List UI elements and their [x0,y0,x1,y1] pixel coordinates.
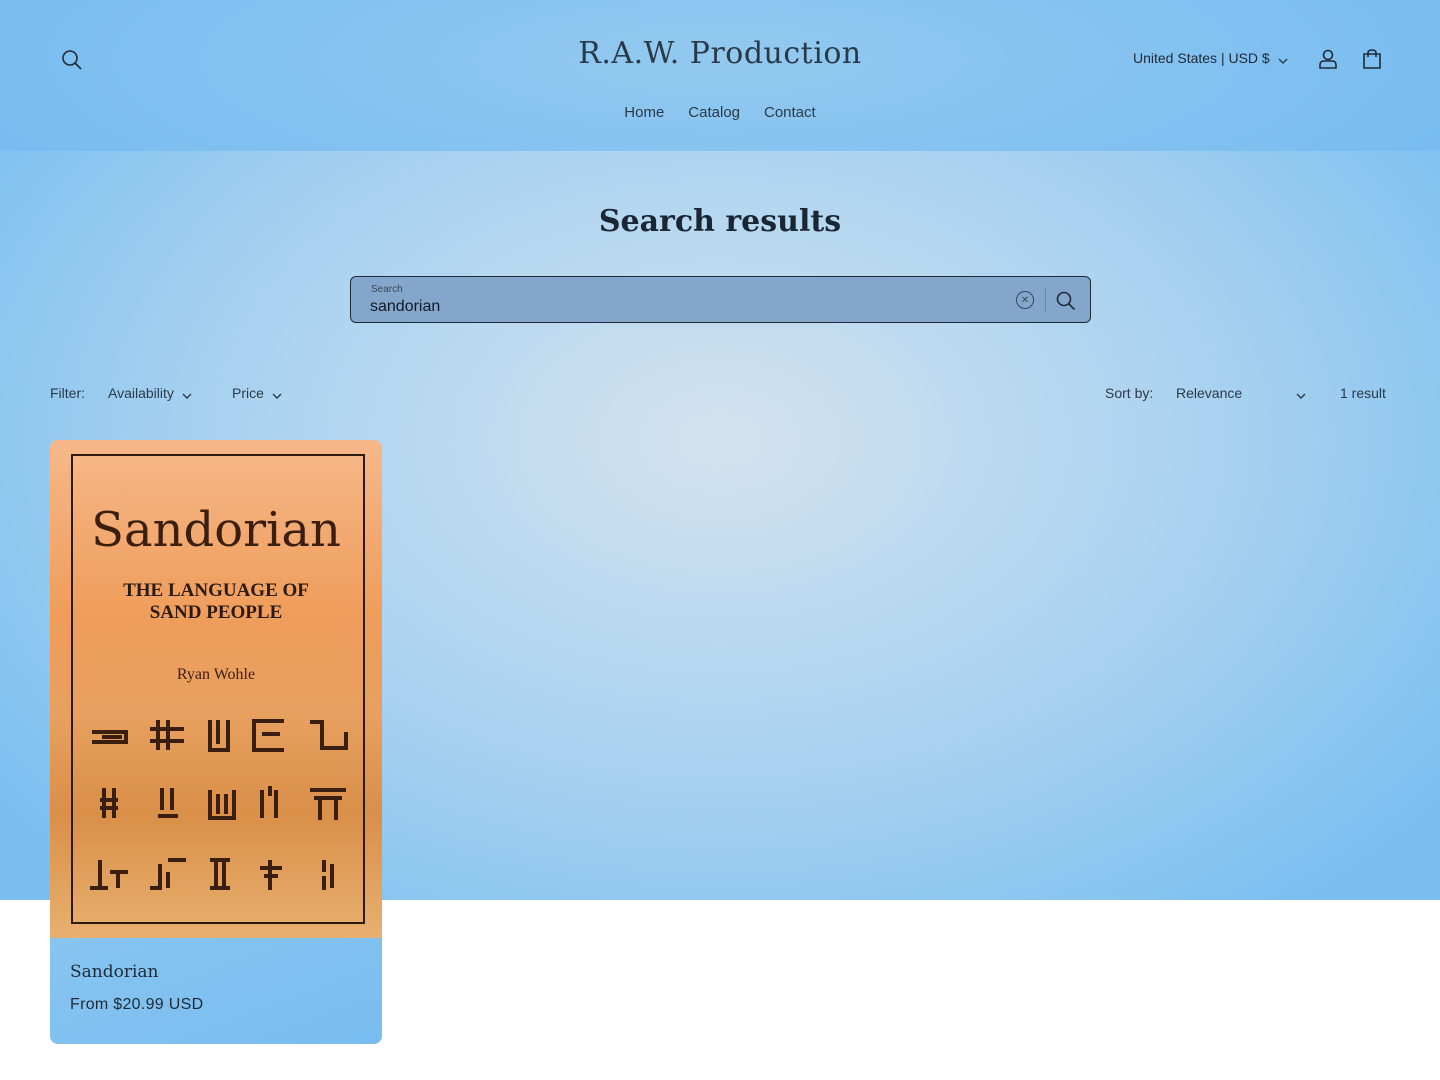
cover-glyphs [88,716,348,896]
result-count: 1 result [1340,385,1386,401]
filter-sort-bar: Filter: Availability Price Sort by: Rele… [50,384,1390,404]
price-filter-label: Price [232,385,264,401]
sort-select[interactable]: Relevance [1176,385,1306,401]
search-divider [1045,287,1046,313]
cover-subtitle-line-1: THE LANGUAGE OF [123,580,309,601]
country-currency-selector[interactable]: United States | USD $ [1133,50,1288,66]
chevron-down-icon [1296,388,1306,399]
product-title[interactable]: Sandorian [70,962,159,982]
site-header: R.A.W. Production United States | USD $ … [0,0,1440,151]
search-submit-icon[interactable] [1054,289,1078,313]
nav-home[interactable]: Home [624,104,664,121]
chevron-down-icon [182,388,192,399]
search-form: Search ✕ [350,276,1091,323]
availability-filter[interactable]: Availability [108,385,192,401]
cover-subtitle-line-2: SAND PEOPLE [149,602,283,623]
chevron-down-icon [272,388,282,399]
cart-icon[interactable] [1358,45,1386,73]
search-label: Search [371,284,403,295]
cover-author: Ryan Wohle [176,666,256,683]
sort-label: Sort by: [1105,385,1154,401]
product-image[interactable]: Sandorian THE LANGUAGE OF SAND PEOPLE Ry… [50,440,382,938]
cover-title: Sandorian [91,502,341,558]
main-nav: Home Catalog Contact [0,104,1440,121]
filter-label: Filter: [50,385,85,401]
product-card[interactable]: Sandorian THE LANGUAGE OF SAND PEOPLE Ry… [50,440,382,1044]
chevron-down-icon [1278,53,1288,64]
nav-catalog[interactable]: Catalog [688,104,740,121]
price-filter[interactable]: Price [232,385,282,401]
page-title: Search results [598,204,842,239]
product-price: From $20.99 USD [70,996,204,1013]
nav-contact[interactable]: Contact [764,104,816,121]
availability-filter-label: Availability [108,385,174,401]
account-icon[interactable] [1314,45,1342,73]
search-input[interactable] [370,296,990,318]
sort-value: Relevance [1176,385,1243,401]
cover-subtitle: THE LANGUAGE OF SAND PEOPLE [50,580,382,624]
clear-search-icon[interactable]: ✕ [1016,291,1034,309]
country-selector-label: United States | USD $ [1133,50,1270,66]
